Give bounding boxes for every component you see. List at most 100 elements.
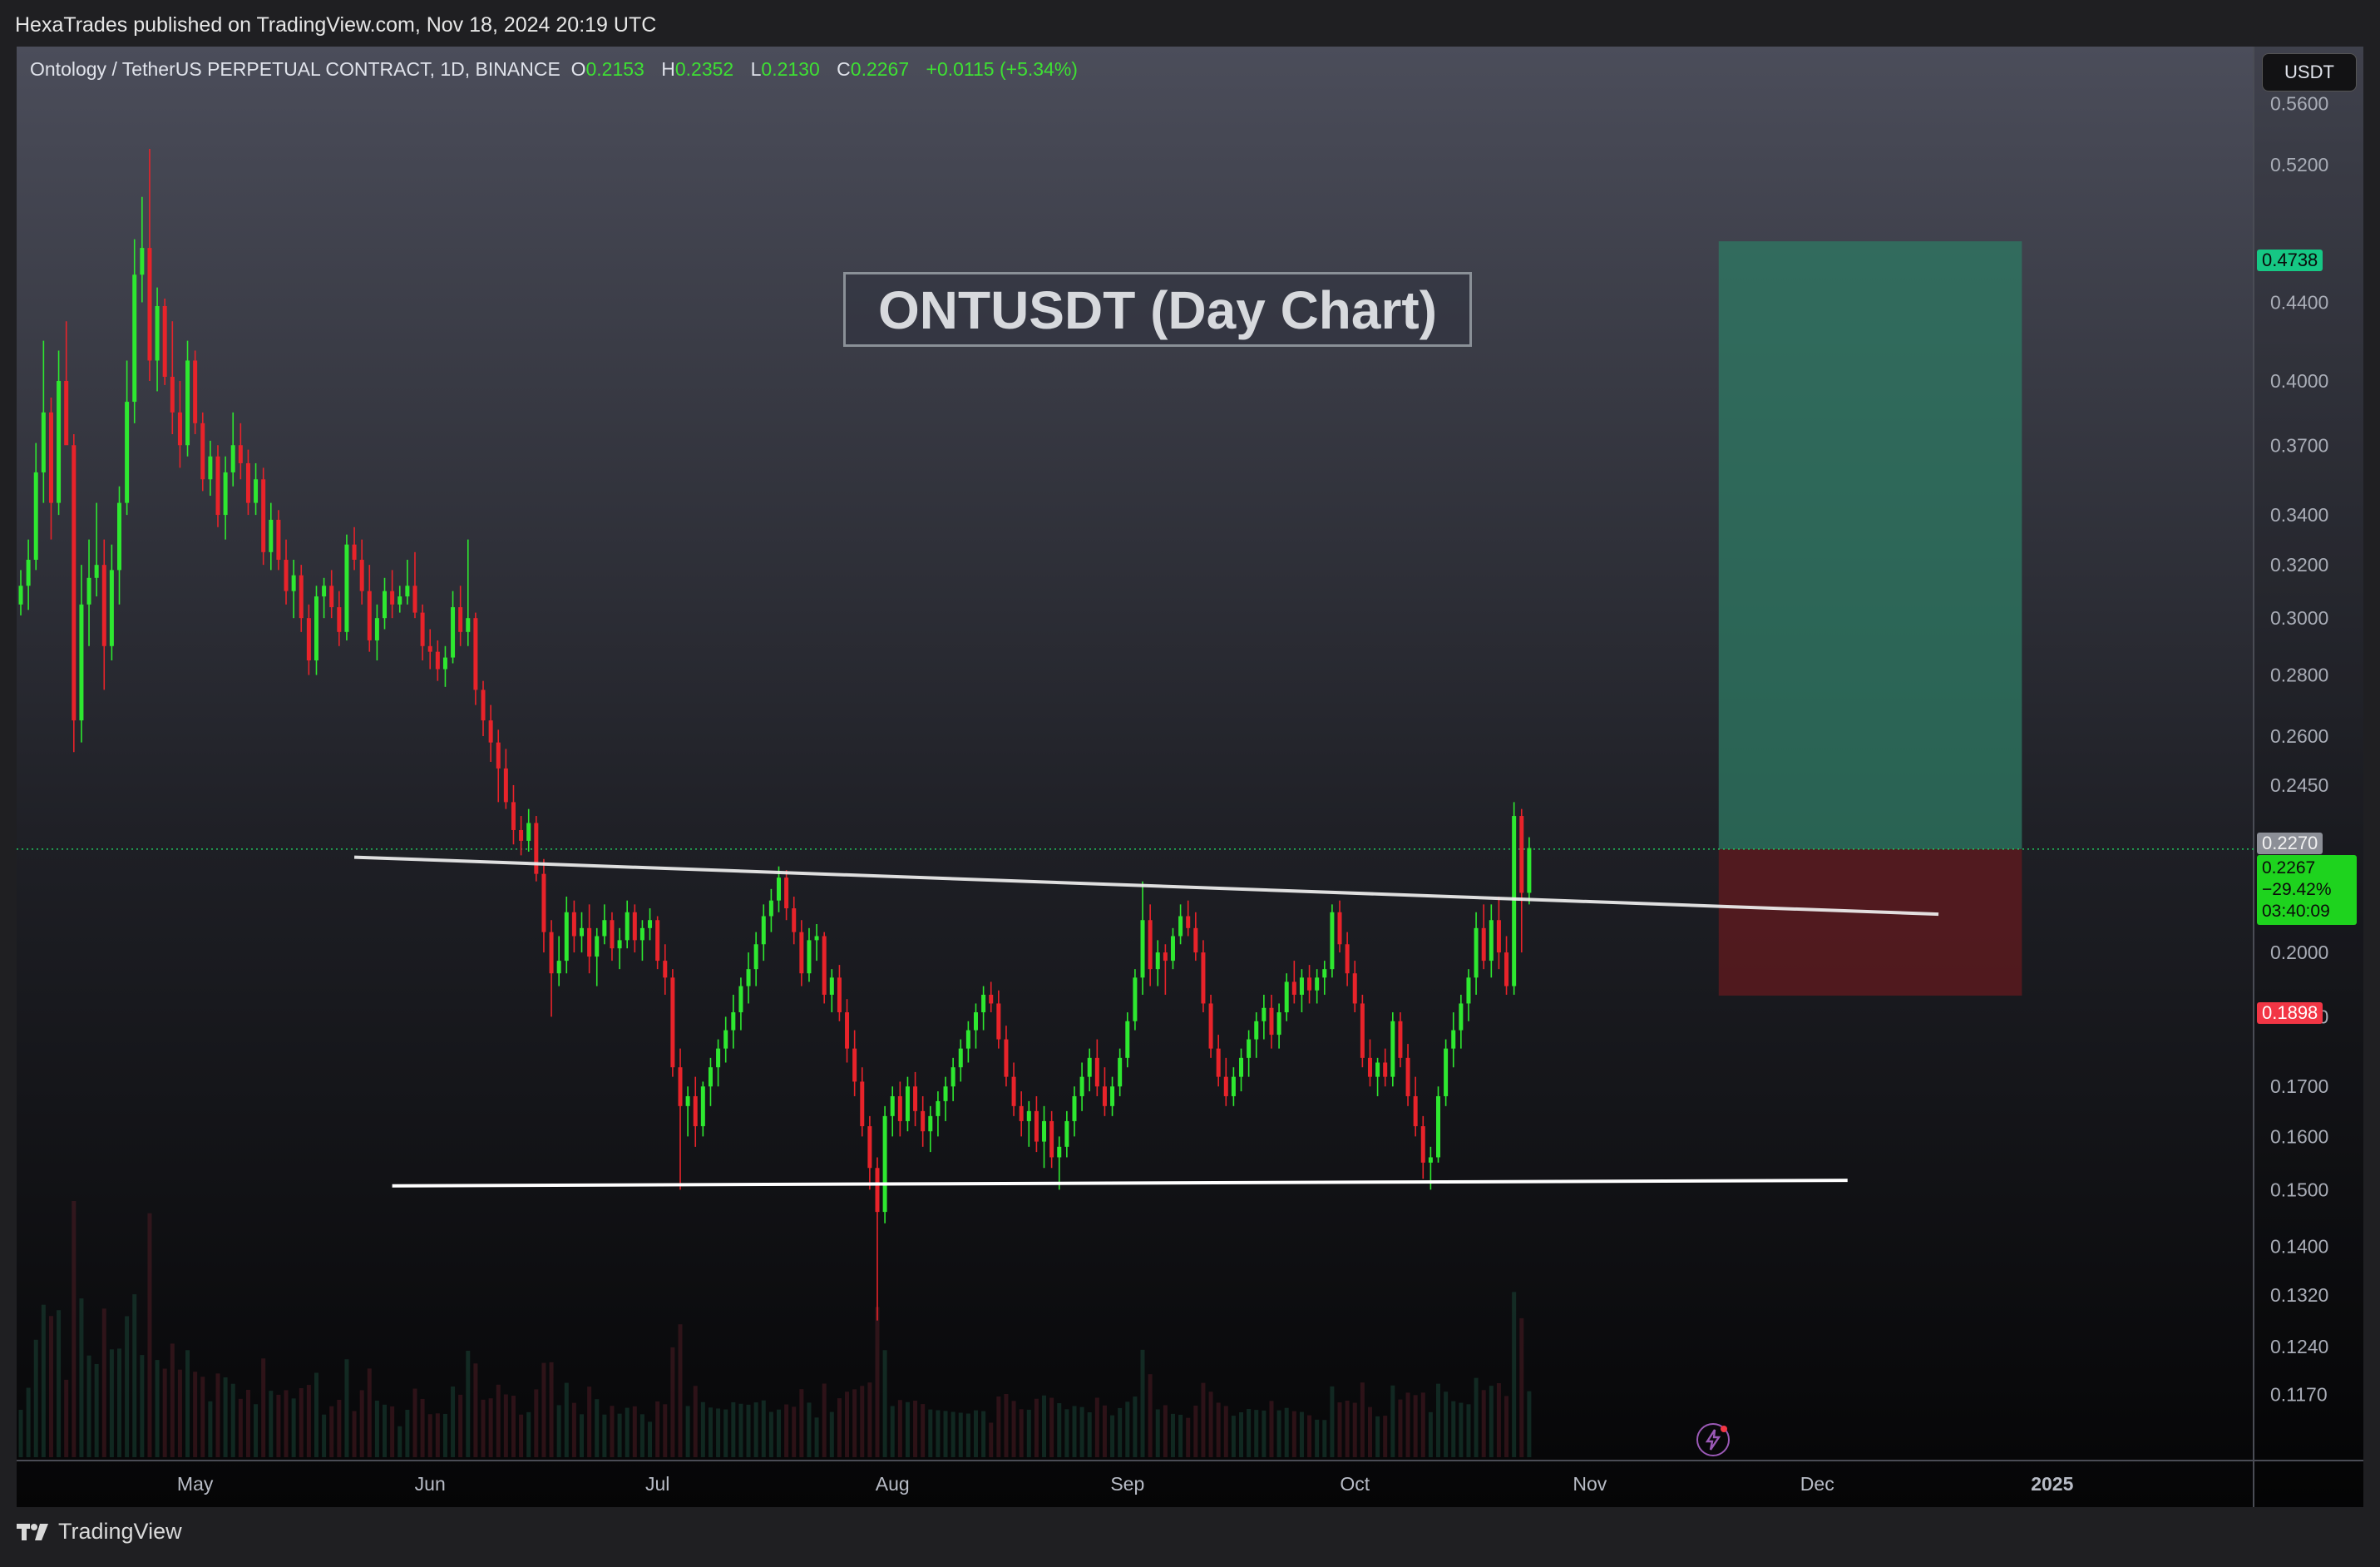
candle-body (890, 1095, 895, 1116)
candle-body (1011, 1076, 1016, 1106)
price-tick-label: 0.2800 (2270, 665, 2328, 686)
candle-body (685, 1095, 690, 1106)
candle-body (72, 445, 77, 721)
candle-body (147, 248, 152, 361)
volume-bar (254, 1404, 259, 1457)
volume-bar (829, 1411, 834, 1457)
price-tick-label: 0.1320 (2270, 1284, 2328, 1306)
candle-body (1231, 1076, 1236, 1096)
candle-body (57, 380, 62, 503)
candle-body (1360, 1003, 1365, 1058)
candle-body (936, 1100, 941, 1116)
candle-body (1367, 1057, 1372, 1077)
volume-bar (723, 1409, 728, 1457)
candle-body (829, 977, 834, 995)
candle-body (269, 519, 274, 552)
candle-body (503, 768, 508, 803)
candle-body (359, 560, 364, 591)
volume-bar (64, 1379, 69, 1457)
candle-body (663, 961, 668, 978)
chart-svg[interactable]: 0.1170 0.1240 0.1320 0.1400 0.1500 0.1600 0.17… (17, 47, 2363, 1507)
candle-body (1186, 916, 1191, 928)
candle-body (1444, 1048, 1449, 1096)
stop-price-tag: 0.1898 (2257, 1002, 2323, 1024)
candle-body (989, 994, 994, 1004)
volume-bar (905, 1401, 910, 1457)
candle-body (48, 412, 53, 503)
legend-low-value: 0.2130 (761, 58, 820, 80)
candle-body (723, 1030, 728, 1049)
flash-icon[interactable] (1696, 1423, 1730, 1456)
candle-body (1148, 920, 1153, 970)
candle-body (1216, 1048, 1221, 1077)
bar-countdown: 03:40:09 (2262, 902, 2330, 921)
volume-bar (1163, 1405, 1168, 1457)
volume-bar (314, 1372, 318, 1457)
target-zone (1718, 241, 2022, 849)
volume-bar (41, 1304, 46, 1457)
volume-bar (473, 1363, 478, 1457)
volume-bar (1239, 1411, 1244, 1457)
volume-bar (890, 1406, 895, 1457)
candle-body (965, 1030, 970, 1049)
volume-bar (822, 1383, 827, 1457)
volume-bar (1315, 1419, 1320, 1457)
candle-body (534, 823, 539, 874)
volume-bar (580, 1414, 585, 1457)
volume-bar (1186, 1417, 1191, 1457)
volume-bar (981, 1411, 986, 1457)
volume-bar (1345, 1401, 1350, 1457)
candle-body (322, 586, 327, 597)
candle-body (1428, 1157, 1433, 1163)
volume-bar (1444, 1392, 1449, 1457)
tradingview-brand[interactable]: TradingView (17, 1519, 182, 1545)
candle-body (299, 575, 304, 619)
price-tick-label: 0.4400 (2270, 291, 2328, 313)
currency-button[interactable]: USDT (2262, 53, 2357, 91)
volume-bar (162, 1368, 167, 1457)
price-tick-label: 0.1400 (2270, 1236, 2328, 1258)
volume-bar (1118, 1407, 1123, 1457)
candle-body (1352, 973, 1357, 1004)
candle-body (958, 1048, 963, 1068)
price-tick-label: 0.5200 (2270, 154, 2328, 175)
candle-body (1504, 952, 1509, 986)
candle-body (753, 944, 758, 970)
candle-body (1019, 1105, 1024, 1121)
volume-bar (928, 1409, 933, 1457)
candle-body (1398, 1021, 1403, 1058)
tradingview-logo-icon (17, 1523, 48, 1540)
volume-bar (792, 1406, 797, 1457)
volume-bar (503, 1394, 508, 1457)
volume-bar (1247, 1409, 1252, 1457)
volume-bar (1481, 1390, 1486, 1457)
candle-body (913, 1086, 918, 1111)
volume-bar (276, 1394, 281, 1457)
legend-open-label: O (570, 58, 586, 80)
volume-bar (397, 1426, 402, 1457)
candle-body (185, 360, 190, 446)
volume-bar (1178, 1414, 1183, 1457)
volume-bar (79, 1298, 84, 1457)
candle-body (230, 445, 235, 472)
candle-body (1102, 1086, 1107, 1106)
volume-bar (852, 1389, 857, 1457)
candle-body (1072, 1095, 1077, 1121)
chart-area[interactable]: 0.1170 0.1240 0.1320 0.1400 0.1500 0.1600 0.17… (17, 47, 2363, 1507)
chart-title-annotation[interactable]: ONTUSDT (Day Chart) (843, 272, 1472, 347)
volume-bar (807, 1402, 812, 1457)
candle-body (352, 544, 357, 561)
volume-bar (1474, 1377, 1479, 1457)
candle-body (1118, 1057, 1123, 1087)
volume-bar (965, 1413, 970, 1457)
volume-bar (1269, 1401, 1274, 1457)
volume-bar (1193, 1406, 1198, 1457)
volume-bar (685, 1406, 690, 1457)
volume-bar (610, 1406, 615, 1457)
candle-body (610, 920, 615, 949)
candle-body (511, 802, 516, 830)
candle-body (1170, 936, 1175, 961)
volume-bar (1527, 1391, 1532, 1457)
volume-bar (1459, 1402, 1464, 1457)
time-tick-label: 2025 (2031, 1473, 2073, 1495)
